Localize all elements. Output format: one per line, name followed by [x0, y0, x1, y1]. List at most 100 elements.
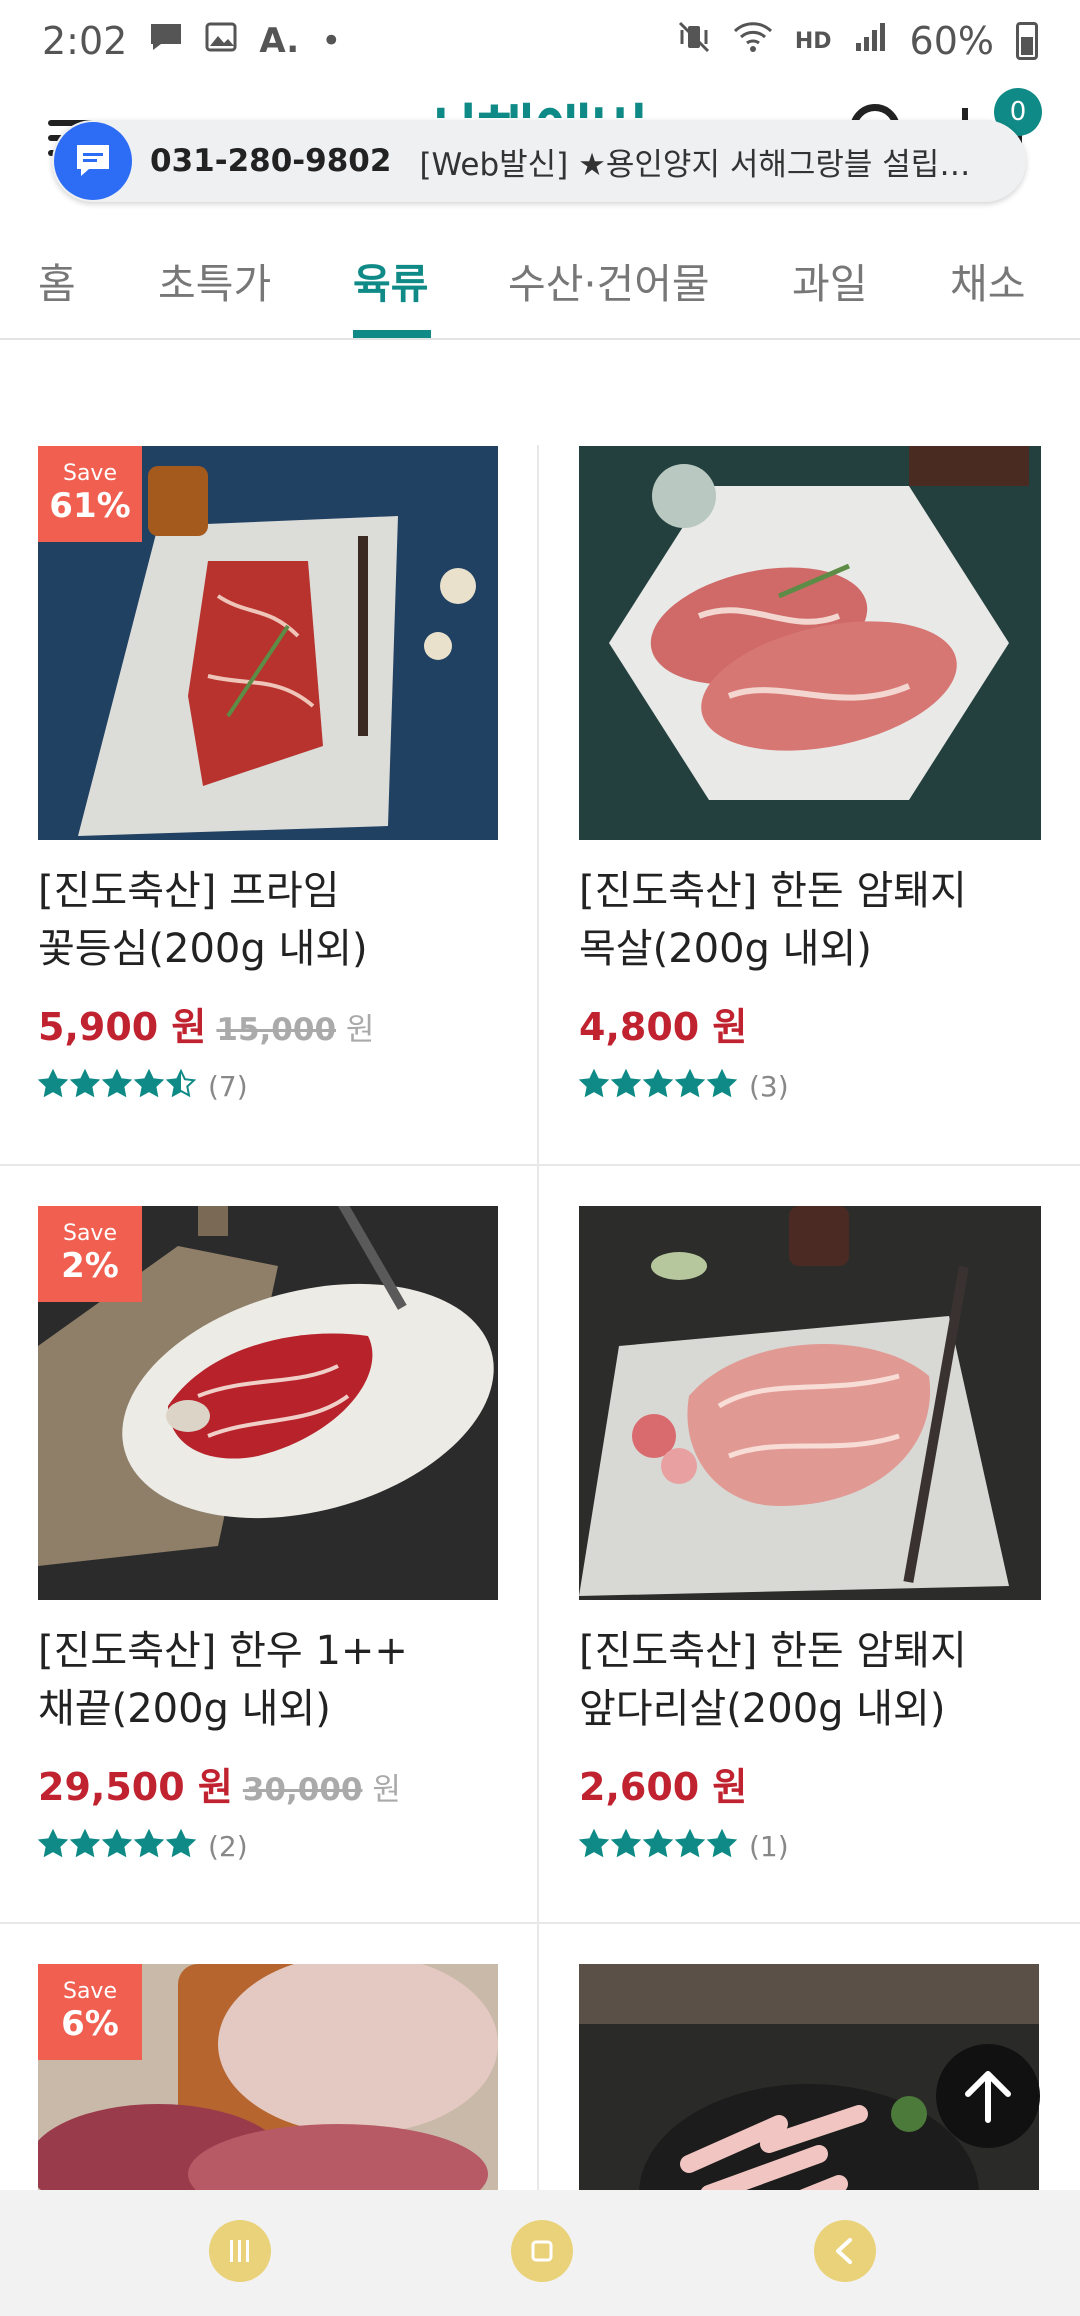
product-title[interactable]: [진도축산] 프라임 꽃등심(200g 내외) [38, 862, 498, 978]
star-icon [642, 1068, 674, 1098]
review-count: (3) [749, 1069, 789, 1103]
grid-divider-vertical [537, 445, 539, 2205]
original-price-value: 15,000 [216, 1012, 337, 1048]
tab-meat[interactable]: 육류 [353, 250, 428, 310]
save-label: Save [62, 1221, 117, 1246]
signal-icon [854, 21, 888, 62]
category-tabs: 홈 초특가 육류 수산·건어물 과일 채소 [0, 232, 1080, 340]
star-icon [165, 1068, 197, 1098]
rating-row: (7) [37, 1068, 498, 1103]
recent-apps-icon [230, 2240, 249, 2262]
original-price-value: 30,000 [242, 1772, 363, 1808]
save-label: Save [62, 461, 117, 486]
toast-message-text: [Web발신] ★용인양지 서해그랑블 설립인가... [419, 146, 1026, 183]
save-percent: 61% [49, 486, 131, 526]
product-image[interactable] [579, 1206, 1041, 1600]
original-price-unit: 원 [345, 1012, 375, 1048]
product-title[interactable]: [진도축산] 한우 1++ 채끝(200g 내외) [38, 1622, 498, 1738]
star-icon [69, 1828, 101, 1858]
battery-percent: 60% [909, 19, 994, 63]
product-grid: Save 61% [진도축산] 프라임 꽃등심(200g 내외) 5,900 원… [0, 340, 1080, 2205]
wifi-icon [733, 21, 773, 62]
vibrate-mute-icon [677, 20, 711, 63]
save-percent: 2% [61, 1246, 119, 1286]
review-count: (2) [208, 1829, 248, 1863]
product-card[interactable]: Save 61% [진도축산] 프라임 꽃등심(200g 내외) 5,900 원… [37, 446, 498, 1103]
star-icon [674, 1068, 706, 1098]
product-title-line: 채끝(200g 내외) [38, 1686, 331, 1732]
star-icon [642, 1828, 674, 1858]
save-percent: 6% [61, 2004, 119, 2044]
star-icon [578, 1828, 610, 1858]
product-title-line: 목살(200g 내외) [579, 926, 872, 972]
star-icon [69, 1068, 101, 1098]
star-rating [578, 1068, 739, 1103]
status-left: 2:02 A. • [42, 19, 341, 63]
product-image[interactable]: Save 2% [38, 1206, 498, 1600]
product-title-line: [진도축산] 한우 1++ [38, 1628, 408, 1674]
star-rating [578, 1828, 739, 1863]
save-label: Save [62, 1979, 117, 2004]
chat-bubble-icon [54, 122, 132, 200]
tab-vegetables[interactable]: 채소 [950, 250, 1025, 310]
original-price: 15,000 원 [216, 1004, 374, 1049]
rating-row: (2) [37, 1828, 498, 1863]
home-button[interactable] [511, 2220, 573, 2282]
back-button[interactable] [814, 2220, 876, 2282]
active-tab-indicator [353, 330, 431, 338]
arrow-up-icon [965, 2071, 1011, 2123]
product-title[interactable]: [진도축산] 한돈 암퇘지 앞다리살(200g 내외) [579, 1622, 1039, 1738]
original-price-unit: 원 [372, 1772, 401, 1808]
star-icon [101, 1828, 133, 1858]
star-icon [133, 1828, 165, 1858]
sale-price: 2,600 원 [579, 1765, 748, 1809]
app-a-notification-icon: A. [259, 21, 300, 61]
star-icon [37, 1828, 69, 1858]
star-icon [610, 1828, 642, 1858]
product-title[interactable]: [진도축산] 한돈 암퇘지 목살(200g 내외) [579, 862, 1039, 978]
price-row: 5,900 원 15,000 원 [38, 996, 498, 1051]
home-icon [531, 2240, 553, 2262]
rating-row: (1) [578, 1828, 1039, 1863]
battery-icon [1016, 22, 1038, 60]
star-icon [578, 1068, 610, 1098]
star-icon [610, 1068, 642, 1098]
scroll-to-top-button[interactable] [936, 2044, 1040, 2148]
status-bar: 2:02 A. • HD 60% [0, 0, 1080, 82]
system-nav-bar [0, 2190, 1080, 2316]
tab-special-deals[interactable]: 초특가 [158, 250, 271, 310]
product-card[interactable]: [진도축산] 한돈 암퇘지 앞다리살(200g 내외) 2,600 원 (1) [578, 1206, 1041, 1863]
star-rating [37, 1068, 198, 1103]
star-icon [133, 1068, 165, 1098]
review-count: (1) [749, 1829, 789, 1863]
price-row: 2,600 원 [579, 1756, 1039, 1811]
product-card[interactable]: Save 2% [진도축산] 한우 1++ 채끝(200g 내외) 29,500… [37, 1206, 498, 1863]
product-image[interactable]: Save 61% [38, 446, 498, 840]
tab-home[interactable]: 홈 [38, 250, 76, 310]
tab-fruit[interactable]: 과일 [792, 250, 867, 310]
grid-divider-horizontal [0, 1922, 1080, 1924]
message-toast[interactable]: 031-280-9802 [Web발신] ★용인양지 서해그랑블 설립인가... [52, 120, 1026, 202]
original-price: 30,000 원 [243, 1764, 401, 1809]
save-badge: Save 61% [38, 446, 142, 542]
status-right: HD 60% [677, 19, 1038, 63]
product-card[interactable]: [진도축산] 한돈 암퇘지 목살(200g 내외) 4,800 원 (3) [578, 446, 1041, 1103]
site-logo[interactable]: 서해애버 [420, 98, 680, 118]
gallery-notification-icon [205, 21, 237, 61]
product-card[interactable]: Save 6% [38, 1964, 498, 2190]
sale-price: 29,500 원 [38, 1765, 233, 1809]
product-title-line: [진도축산] 프라임 [38, 868, 340, 914]
recent-apps-button[interactable] [209, 2220, 271, 2282]
product-title-line: 꽃등심(200g 내외) [38, 926, 368, 972]
product-image[interactable]: Save 6% [38, 1964, 498, 2190]
star-icon [101, 1068, 133, 1098]
star-rating [37, 1828, 198, 1863]
toast-phone-number: 031-280-9802 [150, 143, 392, 179]
product-title-line: 앞다리살(200g 내외) [579, 1686, 946, 1732]
tab-seafood[interactable]: 수산·건어물 [508, 250, 710, 310]
status-time: 2:02 [42, 19, 128, 63]
sale-price: 5,900 원 [38, 1005, 207, 1049]
product-image[interactable] [579, 446, 1041, 840]
save-badge: Save 6% [38, 1964, 142, 2060]
star-icon [37, 1068, 69, 1098]
